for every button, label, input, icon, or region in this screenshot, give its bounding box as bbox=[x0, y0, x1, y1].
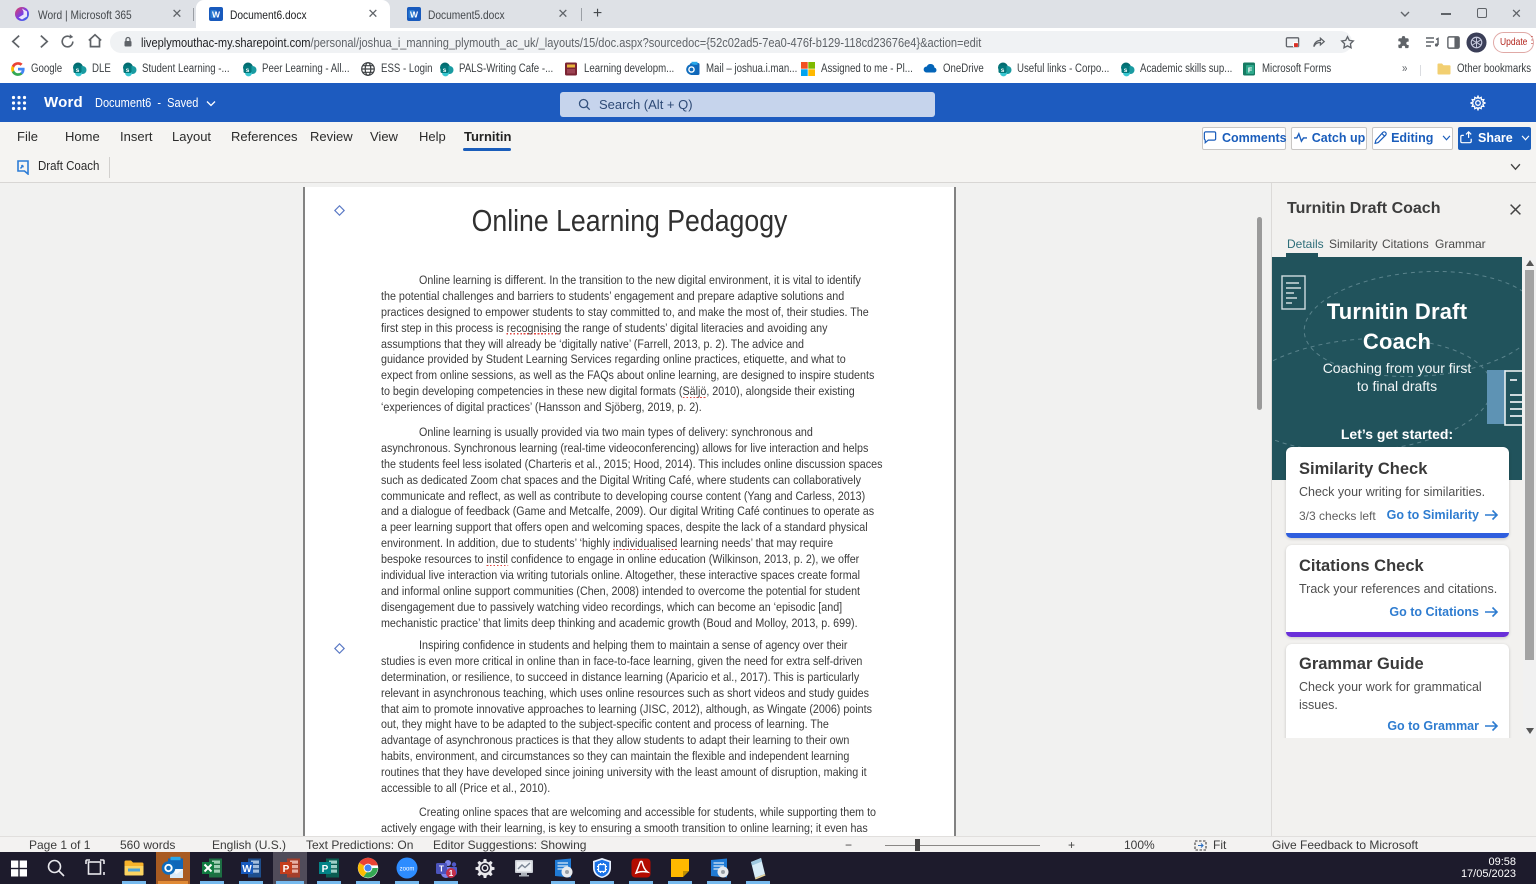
svg-text:P: P bbox=[283, 864, 290, 875]
svg-text:zoom: zoom bbox=[400, 867, 415, 873]
svg-text:s: s bbox=[246, 67, 250, 74]
svg-text:s: s bbox=[443, 67, 447, 74]
svg-text:s: s bbox=[1124, 67, 1128, 74]
svg-text:F: F bbox=[1248, 68, 1253, 75]
svg-text:W: W bbox=[242, 864, 252, 875]
svg-text:s: s bbox=[126, 67, 130, 74]
svg-text:P: P bbox=[322, 864, 329, 875]
svg-text:s: s bbox=[1001, 67, 1005, 74]
svg-text:W: W bbox=[410, 10, 419, 20]
svg-text:1: 1 bbox=[449, 869, 454, 878]
svg-text:s: s bbox=[76, 67, 80, 74]
svg-text:T: T bbox=[439, 865, 444, 874]
svg-text:W: W bbox=[212, 10, 221, 20]
